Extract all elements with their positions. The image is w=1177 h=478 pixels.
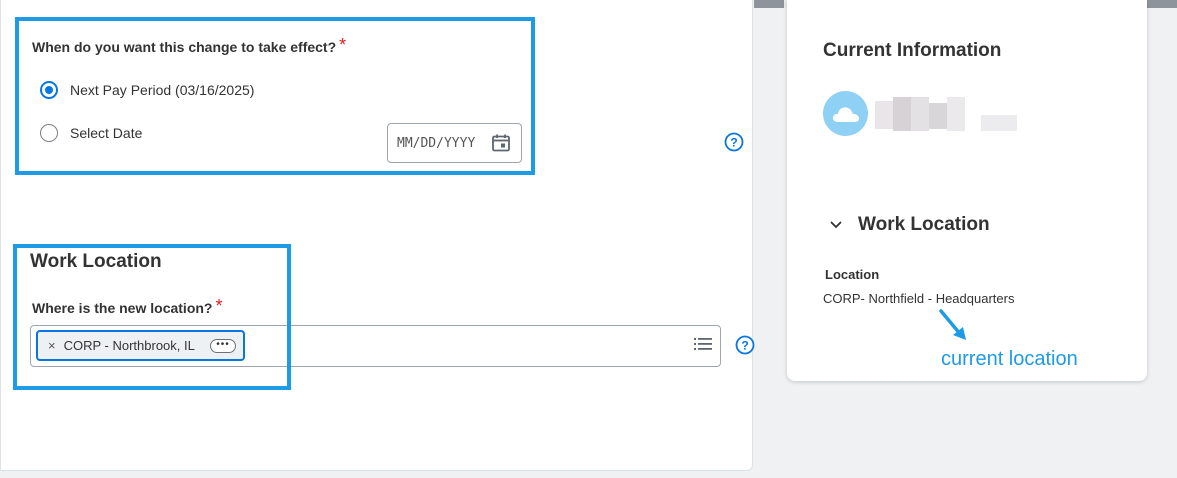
arrow-icon xyxy=(939,309,966,340)
cloud-icon xyxy=(832,106,859,122)
current-location-value: CORP- Northfield - Headquarters xyxy=(823,291,1015,306)
help-icon[interactable]: ? xyxy=(735,335,755,355)
annotation-label: current location xyxy=(941,348,1078,370)
annotation-box-work-location xyxy=(13,244,291,390)
employee-name-blurred xyxy=(875,97,1020,133)
svg-text:?: ? xyxy=(730,136,737,150)
current-work-location-title[interactable]: Work Location xyxy=(858,214,990,236)
help-icon[interactable]: ? xyxy=(724,132,744,152)
chevron-down-icon[interactable] xyxy=(829,217,843,231)
list-icon[interactable] xyxy=(694,336,712,352)
annotation-box-effective-date xyxy=(15,17,535,175)
svg-text:?: ? xyxy=(741,339,748,353)
avatar xyxy=(823,91,868,136)
location-label: Location xyxy=(825,267,880,282)
current-information-title: Current Information xyxy=(823,40,1002,61)
